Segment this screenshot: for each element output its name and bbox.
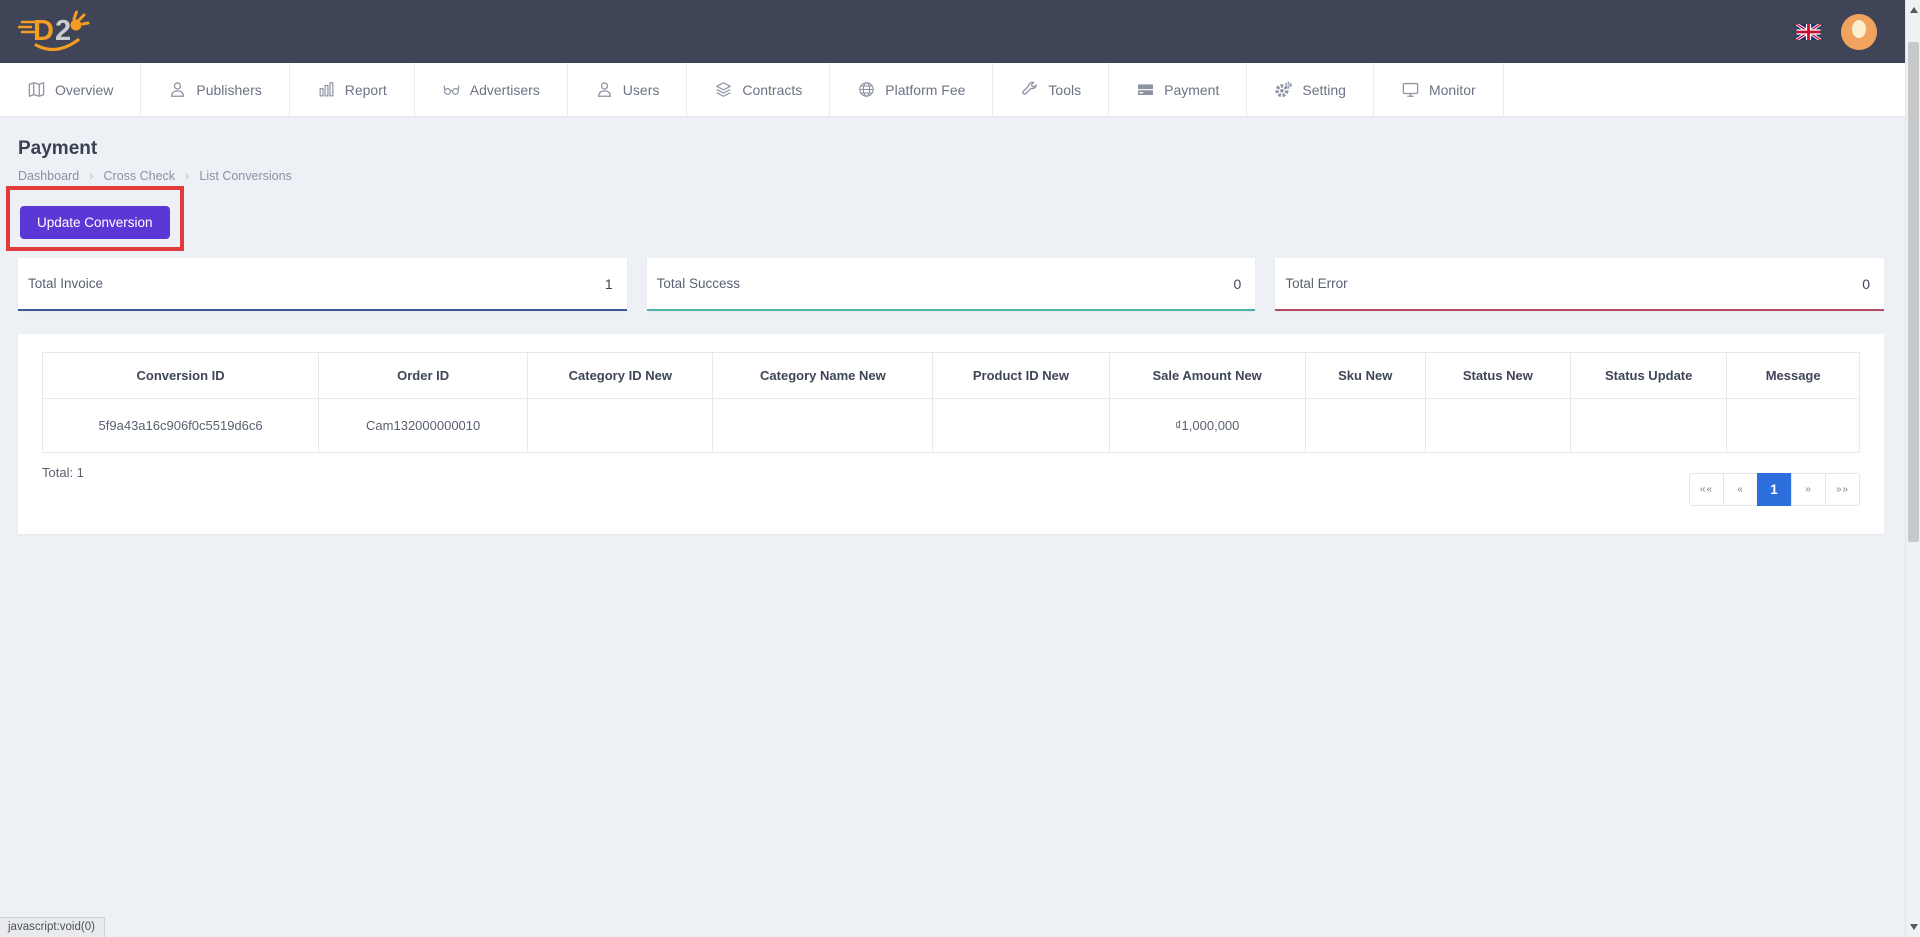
card-label: Total Success — [656, 276, 740, 291]
breadcrumb-list-conversions[interactable]: List Conversions — [199, 169, 291, 183]
page-title: Payment — [18, 138, 98, 159]
svg-text:2: 2 — [55, 15, 71, 47]
total-count-label: Total: 1 — [42, 465, 84, 480]
conversions-panel: Conversion ID Order ID Category ID New C… — [18, 334, 1884, 534]
pagination-page-1-button[interactable]: 1 — [1757, 473, 1792, 506]
nav-label: Platform Fee — [885, 81, 966, 98]
nav-item-overview[interactable]: Overview — [0, 63, 142, 116]
scroll-up-icon[interactable] — [1906, 2, 1920, 18]
scroll-down-icon[interactable] — [1906, 919, 1920, 935]
credit-card-icon — [1136, 80, 1155, 99]
pagination-prev-button[interactable]: « — [1723, 473, 1758, 506]
cell-category-name-new — [712, 398, 934, 453]
card-value: 0 — [1862, 275, 1871, 292]
col-category-name-new: Category Name New — [712, 352, 934, 399]
nav-item-report[interactable]: Report — [290, 63, 415, 116]
stat-cards: Total Invoice 1 Total Success 0 Total Er… — [18, 258, 1885, 311]
d2-logo-icon: D 2 — [18, 10, 90, 51]
nav-label: Setting — [1302, 81, 1346, 98]
d2-logo[interactable]: D 2 — [18, 7, 90, 57]
breadcrumb: Dashboard › Cross Check › List Conversio… — [18, 168, 292, 183]
col-order-id: Order ID — [318, 352, 529, 399]
map-icon — [27, 80, 46, 99]
layers-icon — [714, 80, 733, 99]
breadcrumb-cross-check[interactable]: Cross Check — [104, 169, 176, 183]
col-message: Message — [1726, 352, 1860, 399]
avatar-person-icon — [1841, 13, 1877, 50]
panel-footer: Total: 1 «« « 1 » »» — [42, 465, 1860, 506]
table-header-row: Conversion ID Order ID Category ID New C… — [41, 352, 1860, 399]
conversions-table: Conversion ID Order ID Category ID New C… — [41, 352, 1860, 453]
nav-label: Users — [622, 81, 660, 98]
svg-text:D: D — [33, 15, 54, 47]
cell-sku-new — [1304, 398, 1426, 453]
nav-label: Overview — [55, 81, 114, 98]
cell-product-id-new — [932, 398, 1110, 453]
bar-chart-icon — [317, 80, 336, 99]
cell-status-update — [1570, 398, 1728, 453]
total-error-card: Total Error 0 — [1275, 258, 1885, 311]
link-status-tooltip: javascript:void(0) — [0, 917, 105, 937]
nav-label: Tools — [1048, 81, 1082, 98]
pagination-last-button[interactable]: »» — [1825, 473, 1860, 506]
monitor-icon — [1401, 80, 1420, 99]
pagination-first-button[interactable]: «« — [1689, 473, 1724, 506]
total-invoice-card: Total Invoice 1 — [18, 258, 627, 311]
nav-item-platform-fee[interactable]: Platform Fee — [830, 63, 994, 116]
cell-sale-amount-new: ₫1,000,000 — [1108, 398, 1306, 453]
nav-item-payment[interactable]: Payment — [1109, 63, 1248, 116]
col-sale-amount-new: Sale Amount New — [1108, 352, 1306, 399]
col-status-new: Status New — [1424, 352, 1572, 399]
globe-icon — [857, 80, 876, 99]
breadcrumb-separator: › — [185, 168, 190, 183]
total-success-card: Total Success 0 — [646, 258, 1256, 311]
update-conversion-button[interactable]: Update Conversion — [20, 206, 170, 239]
nav-item-contracts[interactable]: Contracts — [687, 63, 831, 116]
nav-label: Report — [344, 81, 387, 98]
nav-item-publishers[interactable]: Publishers — [141, 63, 290, 116]
nav-item-monitor[interactable]: Monitor — [1374, 63, 1504, 116]
cell-category-id-new — [527, 398, 714, 453]
nav-label: Advertisers — [469, 81, 540, 98]
glasses-icon — [442, 80, 461, 99]
cell-message — [1726, 398, 1860, 453]
table-row: 5f9a43a16c906f0c5519d6c6 Cam132000000010… — [41, 398, 1860, 453]
nav-item-advertisers[interactable]: Advertisers — [415, 63, 568, 116]
col-sku-new: Sku New — [1304, 352, 1426, 399]
nav-label: Publishers — [196, 81, 262, 98]
cell-status-new — [1424, 398, 1572, 453]
cell-conversion-id: 5f9a43a16c906f0c5519d6c6 — [41, 398, 320, 453]
topbar-right-group — [1796, 13, 1877, 50]
col-status-update: Status Update — [1570, 352, 1728, 399]
pagination-next-button[interactable]: » — [1791, 473, 1826, 506]
nav-label: Monitor — [1428, 81, 1476, 98]
pagination: «« « 1 » »» — [1689, 473, 1860, 506]
vertical-scrollbar[interactable] — [1905, 0, 1920, 937]
nav-label: Payment — [1164, 81, 1220, 98]
card-value: 1 — [604, 275, 613, 292]
nav-item-setting[interactable]: Setting — [1247, 63, 1374, 116]
breadcrumb-dashboard[interactable]: Dashboard — [18, 169, 79, 183]
main-nav: Overview Publishers Report Advertisers U… — [0, 63, 1905, 117]
card-label: Total Error — [1285, 276, 1348, 291]
user-avatar[interactable] — [1841, 13, 1877, 50]
person-icon — [595, 80, 614, 99]
nav-item-users[interactable]: Users — [568, 63, 688, 116]
person-icon — [168, 80, 187, 99]
page-header: Payment Dashboard › Cross Check › List C… — [18, 117, 292, 183]
nav-item-tools[interactable]: Tools — [993, 63, 1110, 116]
card-value: 0 — [1233, 275, 1242, 292]
scrollbar-thumb[interactable] — [1908, 42, 1919, 542]
col-conversion-id: Conversion ID — [41, 352, 320, 399]
uk-flag-icon[interactable] — [1796, 23, 1821, 40]
cell-order-id: Cam132000000010 — [318, 398, 529, 453]
card-label: Total Invoice — [28, 276, 104, 291]
breadcrumb-separator: › — [89, 168, 94, 183]
nav-label: Contracts — [742, 81, 803, 98]
col-category-id-new: Category ID New — [527, 352, 714, 399]
col-product-id-new: Product ID New — [932, 352, 1110, 399]
top-bar: D 2 — [0, 0, 1905, 63]
wrench-icon — [1020, 80, 1039, 99]
gear-icon — [1274, 80, 1293, 99]
